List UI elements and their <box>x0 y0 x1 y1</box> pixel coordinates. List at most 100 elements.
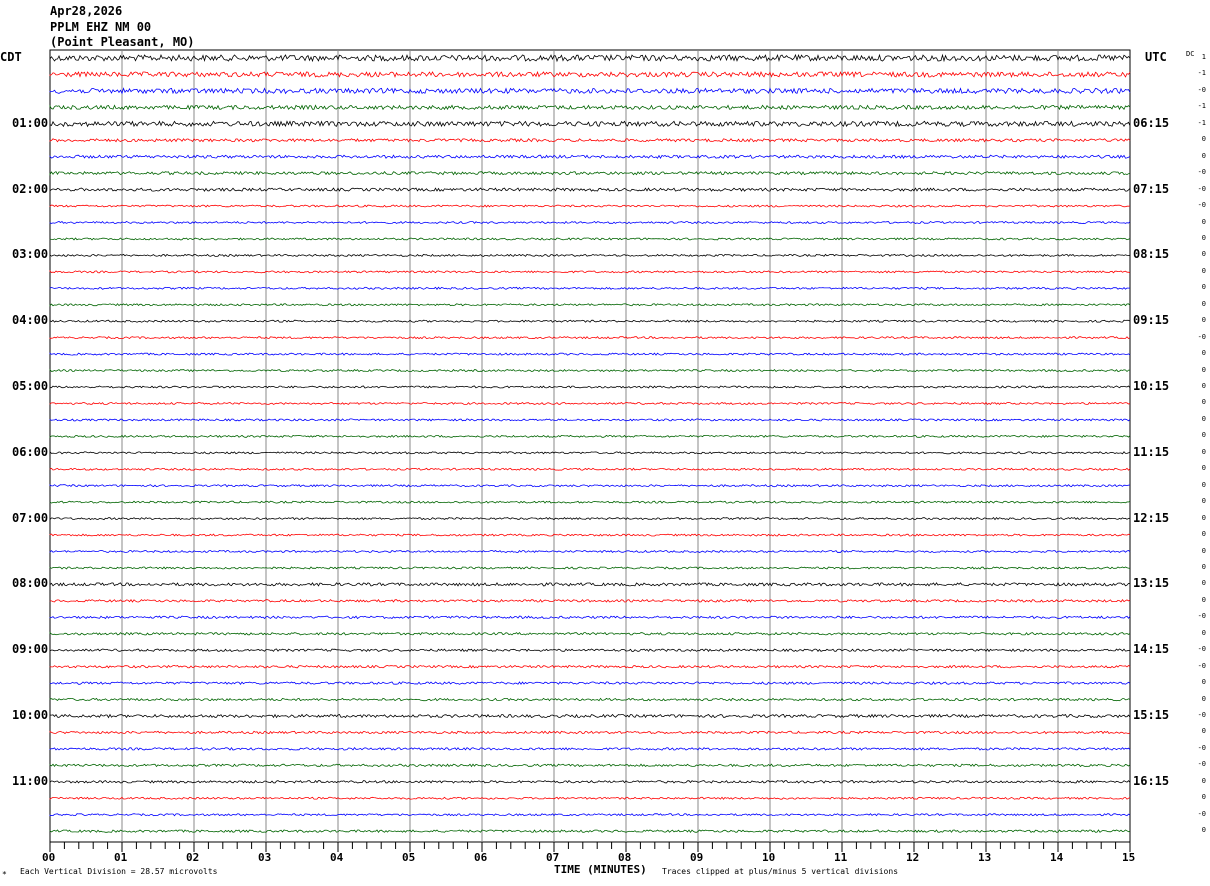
dc-offset-label: -0 <box>1197 201 1206 210</box>
dc-offset-label: 0 <box>1201 414 1206 423</box>
left-hour-label: 03:00 <box>12 247 49 262</box>
dc-offset-label: 0 <box>1201 382 1206 390</box>
seismic-trace <box>49 187 1131 192</box>
seismic-trace <box>49 697 1131 702</box>
dc-offset-label: 0 <box>1201 793 1206 802</box>
helicorder-plot <box>49 49 1131 852</box>
dc-offset-label: -0 <box>1197 184 1206 193</box>
dc-offset-label: 0 <box>1201 480 1206 489</box>
right-hour-label: 14:15 <box>1133 642 1170 657</box>
dc-offset-label: 0 <box>1201 562 1206 571</box>
plot-frame <box>49 49 1131 843</box>
x-tick-label: 06 <box>474 851 488 864</box>
seismic-trace <box>49 796 1131 800</box>
dc-offset-label: 0 <box>1201 266 1206 275</box>
x-tick-label: 13 <box>978 851 992 864</box>
seismic-trace <box>49 566 1131 570</box>
left-hour-label: 01:00 <box>12 115 49 130</box>
clip-note: Traces clipped at plus/minus 5 vertical … <box>662 867 899 876</box>
left-hour-label: 09:00 <box>12 642 49 657</box>
right-hour-label: 13:15 <box>1133 576 1170 591</box>
dc-offset-label: -1 <box>1197 69 1206 78</box>
dc-offset-label: -0 <box>1197 85 1206 94</box>
left-hour-label: 10:00 <box>12 708 49 722</box>
dc-offset-label: 0 <box>1201 826 1206 835</box>
seismic-trace <box>49 664 1131 669</box>
seismic-trace <box>49 319 1131 323</box>
seismic-trace <box>49 87 1131 95</box>
dc-offset-label: -0 <box>1197 711 1206 719</box>
dc-offset-label: 0 <box>1201 398 1206 407</box>
dc-offset-label: 0 <box>1201 546 1206 555</box>
x-axis-title: TIME (MINUTES) <box>554 863 647 876</box>
x-tick-label: 14 <box>1050 851 1064 864</box>
dc-offset-label: -0 <box>1197 612 1206 621</box>
seismic-trace <box>49 253 1131 257</box>
right-hour-label: 12:15 <box>1133 510 1170 525</box>
seismic-trace <box>49 434 1131 438</box>
dc-offset-label: -1 <box>1197 118 1206 127</box>
left-hour-label: 06:00 <box>12 444 49 459</box>
seismic-trace <box>49 615 1131 620</box>
x-tick-label: 04 <box>330 851 344 864</box>
dc-offset-label: 0 <box>1201 316 1206 325</box>
seismic-trace <box>49 582 1131 587</box>
right-hour-label: 11:15 <box>1133 444 1170 459</box>
seismic-trace <box>49 763 1131 768</box>
x-tick-label: 02 <box>186 851 200 864</box>
dc-offset-label: 0 <box>1201 349 1206 358</box>
dc-offset-label: 0 <box>1201 727 1206 736</box>
seismic-trace <box>49 549 1131 554</box>
seismic-trace <box>49 450 1131 455</box>
dc-offset-label: 0 <box>1201 250 1206 259</box>
dc-offset-label: 0 <box>1201 497 1206 506</box>
seismic-trace <box>49 138 1131 143</box>
seismic-trace <box>49 368 1130 373</box>
seismic-trace <box>49 53 1131 63</box>
seismic-trace <box>49 70 1131 79</box>
dc-offset-label: 0 <box>1201 595 1206 604</box>
seismic-trace <box>49 533 1131 537</box>
dc-offset-label: 0 <box>1201 151 1206 160</box>
dc-offset-label: 0 <box>1201 217 1206 226</box>
right-hour-label: 10:15 <box>1133 379 1170 393</box>
dc-offset-label: 0 <box>1201 464 1206 473</box>
dc-offset-label: 0 <box>1201 678 1206 687</box>
dc-offset-label: 0 <box>1201 694 1206 703</box>
dc-offset-label: 0 <box>1201 776 1206 785</box>
seismic-trace <box>49 270 1131 274</box>
seismic-trace <box>49 813 1131 817</box>
x-tick-label: 10 <box>762 851 776 864</box>
seismic-trace <box>49 730 1131 735</box>
x-tick-label: 01 <box>114 851 128 864</box>
right-hour-label: 15:15 <box>1133 708 1170 722</box>
x-tick-label: 15 <box>1122 851 1136 864</box>
seismic-trace <box>49 303 1131 307</box>
seismic-trace <box>49 418 1131 422</box>
dc-offset-label: 0 <box>1201 628 1206 637</box>
seismic-trace <box>49 746 1131 751</box>
seismic-trace <box>49 713 1131 719</box>
x-tick-label: 09 <box>690 851 704 864</box>
dc-offset-label: 0 <box>1201 447 1206 456</box>
dc-offset-label: 0 <box>1201 299 1206 308</box>
dc-offset-label: 1 <box>1201 53 1206 61</box>
seismic-trace <box>49 648 1131 653</box>
seismic-trace <box>49 598 1131 603</box>
seismic-trace <box>49 500 1131 504</box>
left-hour-label: 08:00 <box>12 576 49 591</box>
seismic-trace <box>49 484 1131 488</box>
right-hour-label: 07:15 <box>1133 181 1170 196</box>
dc-offset-label: 0 <box>1201 135 1206 144</box>
right-hour-label: 09:15 <box>1133 313 1170 328</box>
seismic-trace <box>49 286 1131 290</box>
seismic-trace <box>49 237 1131 241</box>
left-hour-label: 07:00 <box>12 510 49 525</box>
dc-offset-label: 0 <box>1201 365 1206 374</box>
x-tick-label: 00 <box>42 851 56 864</box>
seismic-trace <box>49 104 1131 111</box>
seismic-trace <box>49 829 1131 834</box>
dc-offset-label: -0 <box>1197 661 1206 670</box>
left-hour-label: 02:00 <box>12 181 49 196</box>
seismic-trace <box>49 681 1131 685</box>
